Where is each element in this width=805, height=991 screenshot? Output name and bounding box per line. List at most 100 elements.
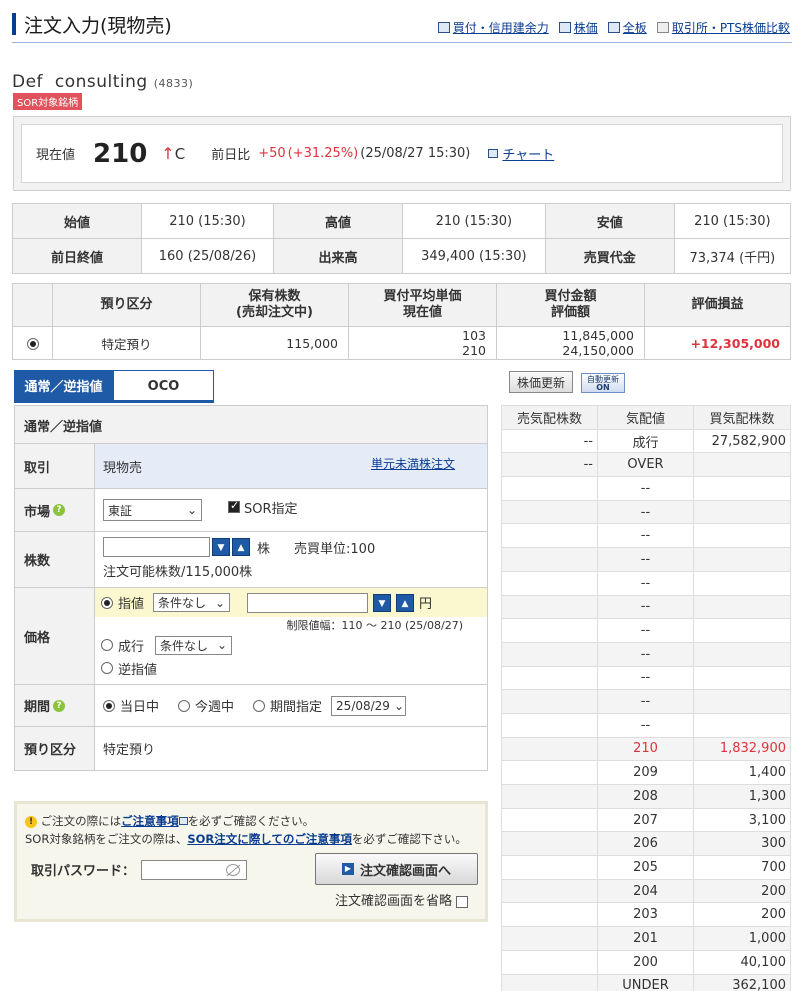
price-level[interactable]: -- (597, 712, 694, 738)
quantity-input[interactable] (103, 537, 210, 557)
window-icon (607, 22, 620, 33)
market-condition-select[interactable]: 条件なし (155, 635, 233, 655)
window-icon (656, 22, 669, 33)
bid-qty: 27,582,900 (693, 428, 791, 454)
board-row: -- (501, 618, 791, 643)
prev-close-value: 160 (25/08/26) (141, 238, 274, 274)
price-level[interactable]: 206 (597, 831, 694, 857)
trade-type: 現物売 (103, 460, 143, 476)
refresh-button[interactable]: 株価更新 (509, 371, 573, 393)
tab-underline (14, 400, 214, 403)
confirm-order-button[interactable]: ▶ 注文確認画面へ (315, 853, 478, 885)
price-level[interactable]: -- (597, 665, 694, 691)
chevron-down-icon[interactable]: ▼ (212, 538, 230, 556)
price-level[interactable]: 200 (597, 949, 694, 975)
price-level[interactable]: UNDER (597, 973, 694, 991)
ask-qty (501, 665, 598, 691)
holding-radio[interactable] (26, 338, 39, 350)
bid-qty (693, 523, 791, 549)
page-title: 注文入力(現物売) (24, 15, 172, 37)
limit-condition-select[interactable]: 条件なし (153, 593, 231, 612)
holding-row: 特定預り 115,000 103 210 11,845,000 24,150,000… (12, 326, 791, 360)
odd-lot-link[interactable]: 単元未満株注文 (371, 455, 455, 472)
price-level[interactable]: 207 (597, 807, 694, 833)
chevron-down-icon[interactable]: ▼ (373, 593, 392, 612)
lot-unit: 売買単位:100 (294, 541, 376, 557)
bid-qty: 3,100 (693, 807, 791, 833)
bid-qty (693, 452, 791, 478)
limit-radio[interactable] (101, 596, 113, 609)
link-buying-power[interactable]: 買付・信用建余力 (437, 19, 549, 36)
tab-normal[interactable]: 通常／逆指値 (14, 370, 113, 401)
bid-qty (693, 594, 791, 620)
price-range: 制限値幅：110 〜 210 (25/08/27) (286, 619, 463, 632)
board-row: -- (501, 523, 791, 549)
ask-qty (501, 831, 598, 857)
market-order-radio[interactable] (101, 639, 113, 651)
sor-checkbox[interactable] (228, 499, 240, 513)
chevron-up-icon[interactable]: ▲ (232, 538, 250, 556)
price-level[interactable]: 208 (597, 784, 694, 809)
price-level[interactable]: -- (597, 570, 694, 596)
price-change: +50 (258, 146, 286, 161)
market-select[interactable]: 東証 (103, 499, 202, 521)
today-radio[interactable] (103, 699, 115, 712)
ask-qty (501, 784, 598, 809)
period-radio[interactable] (253, 699, 266, 712)
price-level[interactable]: -- (597, 523, 694, 549)
price-input[interactable] (247, 592, 369, 613)
price-level[interactable]: 成行 (597, 428, 694, 454)
price-level[interactable]: 203 (597, 902, 694, 928)
price-level[interactable]: 209 (597, 760, 694, 785)
this-week-radio[interactable] (178, 699, 191, 712)
board-row: -- (501, 570, 791, 596)
price-level[interactable]: OVER (597, 452, 694, 478)
tab-oco[interactable]: OCO (113, 370, 214, 401)
window-icon (178, 817, 188, 825)
price-level[interactable]: 205 (597, 855, 694, 880)
stock-code: (4833) (153, 77, 194, 90)
ask-qty (501, 594, 598, 620)
ask-qty (501, 855, 598, 880)
current-price: 210 (93, 138, 148, 169)
board-row: 208 1,300 (501, 784, 791, 809)
price-level[interactable]: -- (597, 499, 694, 525)
chart-link[interactable]: チャート (488, 144, 554, 163)
price-level[interactable]: -- (597, 689, 694, 714)
price-level[interactable]: 201 (597, 926, 694, 951)
auto-refresh-toggle[interactable]: 自動更新 ON (581, 373, 625, 393)
bid-qty: 1,300 (693, 784, 791, 809)
volume-value: 349,400 (15:30) (401, 238, 546, 274)
price-level[interactable]: 204 (597, 878, 694, 904)
notes-link[interactable]: ご注意事項 (121, 814, 179, 828)
board-row: -- 成行 27,582,900 (501, 428, 791, 454)
stop-order-radio[interactable] (101, 662, 113, 674)
board-row: 204 200 (501, 878, 791, 904)
price-level[interactable]: 210 (597, 736, 694, 762)
form-section-title: 通常／逆指値 (24, 420, 103, 435)
price-level[interactable]: -- (597, 547, 694, 572)
price-level[interactable]: -- (597, 594, 694, 620)
link-exchange-compare[interactable]: 取引所・PTS株価比較 (656, 19, 790, 36)
ask-qty (501, 570, 598, 596)
price-level[interactable]: -- (597, 476, 694, 501)
skip-confirm: 注文確認画面を省略 (335, 890, 469, 909)
price-level[interactable]: -- (597, 618, 694, 643)
period-date-select[interactable]: 25/08/29 (331, 695, 407, 716)
sor-notes-link[interactable]: SOR注文に際してのご注意事項 (187, 832, 352, 846)
link-stock-price[interactable]: 株価 (558, 19, 598, 36)
window-icon (558, 22, 571, 33)
board-row: 200 40,100 (501, 949, 791, 975)
help-icon[interactable]: ? (53, 504, 66, 516)
help-icon[interactable]: ? (53, 699, 66, 712)
chevron-up-icon[interactable]: ▲ (396, 593, 415, 612)
eye-slash-icon[interactable] (226, 864, 240, 876)
board-row: UNDER 362,100 (501, 973, 791, 991)
ask-qty (501, 949, 598, 975)
link-full-board[interactable]: 全板 (607, 19, 647, 36)
skip-confirm-checkbox[interactable] (456, 895, 469, 908)
price-level[interactable]: -- (597, 641, 694, 667)
ask-qty (501, 807, 598, 833)
price-time: (25/08/27 15:30) (360, 146, 471, 161)
password-input[interactable] (141, 860, 247, 880)
